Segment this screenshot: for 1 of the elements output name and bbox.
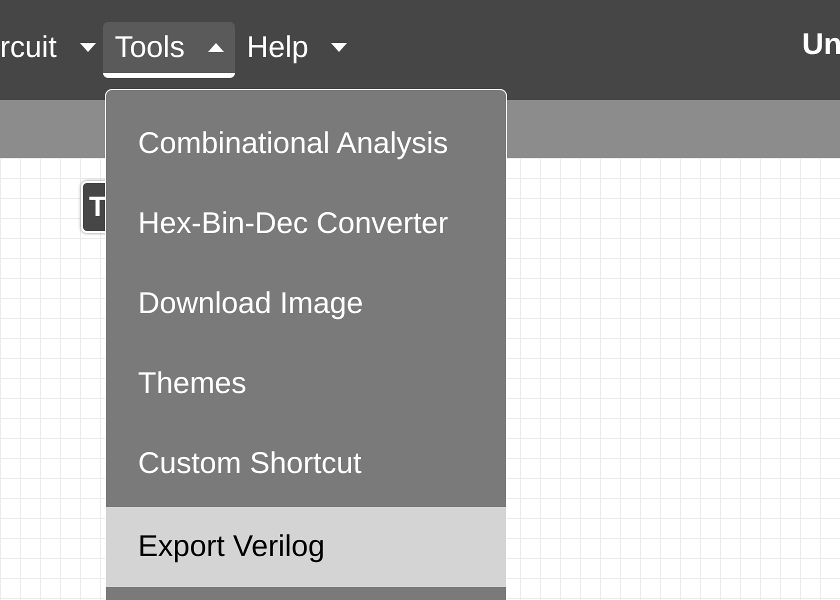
project-title: Un — [802, 27, 840, 62]
